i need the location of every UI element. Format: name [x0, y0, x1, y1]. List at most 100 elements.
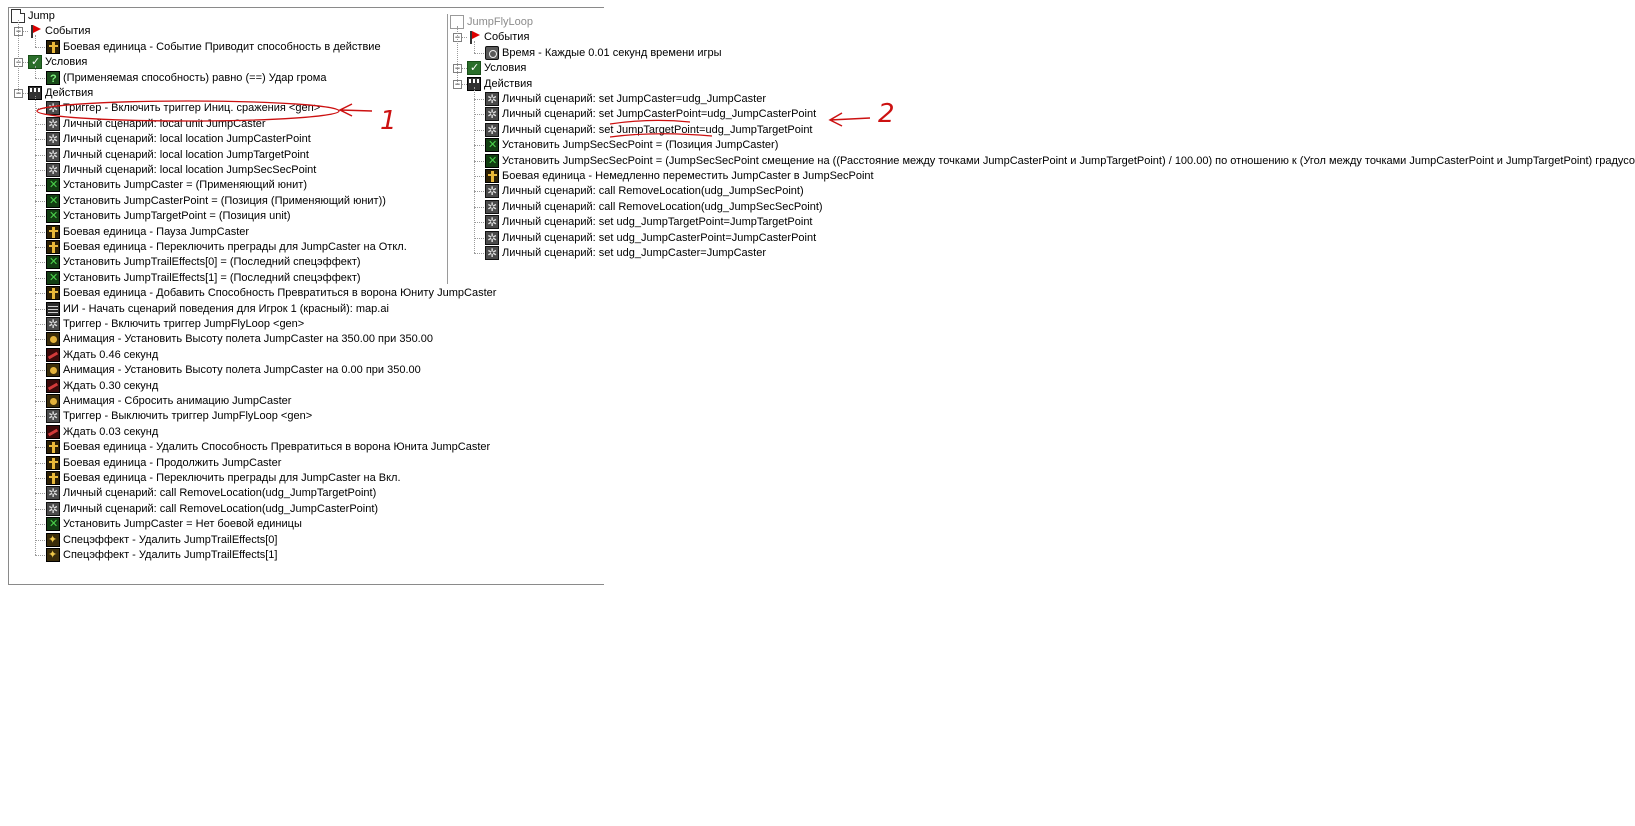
tree-connector — [35, 65, 36, 78]
actions-item[interactable]: Анимация - Сбросить анимацию JumpCaster — [46, 393, 291, 409]
tree-connector — [457, 26, 458, 84]
actions-item[interactable]: Триггер - Включить триггер Иниц. сражени… — [46, 100, 320, 116]
actions-item[interactable]: Установить JumpCaster = (Применяющий юни… — [46, 177, 307, 193]
tree-connector — [35, 370, 45, 372]
actions-item-label: Личный сценарий: call RemoveLocation(udg… — [502, 185, 804, 198]
actions-item[interactable]: Боевая единица - Удалить Способность Пре… — [46, 439, 490, 455]
wait-icon — [46, 347, 60, 362]
actions-item[interactable]: Личный сценарий: set udg_JumpCasterPoint… — [485, 230, 816, 246]
actions-item[interactable]: Боевая единица - Переключить преграды дл… — [46, 470, 401, 486]
actions-item[interactable]: Установить JumpSecSecPoint = (JumpSecSec… — [485, 153, 1635, 169]
tree-connector — [474, 176, 484, 177]
actions-item[interactable]: Личный сценарий: call RemoveLocation(udg… — [46, 485, 376, 501]
actions-item[interactable]: Боевая единица - Пауза JumpCaster — [46, 224, 249, 240]
actions-item-label: Установить JumpTrailEffects[0] = (Послед… — [63, 256, 361, 269]
actions-item[interactable]: Установить JumpCasterPoint = (Позиция (П… — [46, 193, 386, 209]
actions-item-label: Установить JumpCaster = Нет боевой едини… — [63, 518, 302, 531]
actions-item-label: Установить JumpSecSecPoint = (Позиция Ju… — [502, 139, 779, 152]
tree-connector — [474, 99, 484, 100]
actions-item[interactable]: Личный сценарий: local unit JumpCaster — [46, 116, 266, 132]
tree-connector — [35, 555, 45, 556]
actions-item[interactable]: ИИ - Начать сценарий поведения для Игрок… — [46, 301, 389, 317]
actions-item[interactable]: Установить JumpCaster = Нет боевой едини… — [46, 516, 302, 532]
actions-item[interactable]: Ждать 0.03 секунд — [46, 424, 158, 440]
condition-icon — [467, 60, 481, 76]
section-conditions[interactable]: Условия — [467, 60, 526, 76]
actions-item-label: Установить JumpCaster = (Применяющий юни… — [63, 179, 307, 192]
actions-item[interactable]: Установить JumpSecSecPoint = (Позиция Ju… — [485, 137, 778, 153]
script-gear-icon — [46, 162, 60, 178]
trigger-tree-jumpflyloop[interactable]: JumpFlyLoop − События Время - Каждые 0.01 с… — [447, 14, 1635, 284]
unit-icon — [485, 169, 499, 183]
actions-item[interactable]: Установить JumpTrailEffects[0] = (Послед… — [46, 254, 361, 270]
tree-connector — [474, 52, 484, 54]
trigger-gear-icon — [46, 100, 60, 116]
tree-connector — [474, 222, 484, 224]
actions-item[interactable]: Личный сценарий: call RemoveLocation(udg… — [485, 199, 823, 215]
actions-item[interactable]: Боевая единица - Продолжить JumpCaster — [46, 455, 281, 471]
script-gear-icon — [485, 214, 499, 230]
section-events[interactable]: События — [467, 29, 529, 45]
events-item[interactable]: Время - Каждые 0.01 секунд времени игры — [485, 45, 722, 61]
tree-connector — [35, 96, 36, 555]
actions-item-label: Боевая единица - Продолжить JumpCaster — [63, 456, 282, 469]
tree-connector — [474, 145, 484, 147]
trigger-title-label: JumpFlyLoop — [467, 16, 534, 28]
actions-item[interactable]: Спецэффект - Удалить JumpTrailEffects[1] — [46, 547, 277, 563]
actions-item[interactable]: Ждать 0.46 секунд — [46, 347, 158, 363]
actions-item[interactable]: Личный сценарий: call RemoveLocation(udg… — [46, 501, 378, 517]
actions-item[interactable]: Личный сценарий: local location JumpTarg… — [46, 147, 309, 163]
actions-item[interactable]: Триггер - Включить триггер JumpFlyLoop <… — [46, 316, 304, 332]
actions-item[interactable]: Личный сценарий: set udg_JumpTargetPoint… — [485, 214, 813, 230]
actions-item[interactable]: Боевая единица - Немедленно переместить … — [485, 168, 874, 184]
actions-item[interactable]: Личный сценарий: set JumpTargetPoint=udg… — [485, 122, 813, 138]
actions-item[interactable]: Установить JumpTrailEffects[1] = (Послед… — [46, 270, 361, 286]
trigger-title[interactable]: JumpFlyLoop — [450, 14, 533, 30]
section-conditions[interactable]: Условия — [28, 54, 87, 70]
trigger-title-label: Jump — [28, 10, 55, 22]
actions-item-label: Анимация - Установить Высоту полета Jump… — [63, 364, 421, 377]
tree-connector — [35, 478, 45, 479]
unit-icon — [46, 455, 60, 470]
actions-item-label: Боевая единица - Пауза JumpCaster — [63, 225, 250, 238]
tree-connector — [474, 160, 484, 162]
actions-item[interactable]: Спецэффект - Удалить JumpTrailEffects[0] — [46, 532, 277, 548]
actions-item-label: Личный сценарий: set udg_JumpTargetPoint… — [502, 216, 813, 229]
actions-item-label: Триггер - Включить триггер JumpFlyLoop <… — [63, 318, 305, 330]
actions-item-label: Боевая единица - Переключить преграды дл… — [63, 241, 407, 253]
actions-item[interactable]: Боевая единица - Добавить Способность Пр… — [46, 285, 496, 301]
section-events[interactable]: События — [28, 23, 90, 39]
actions-item[interactable]: Триггер - Выключить триггер JumpFlyLoop … — [46, 408, 312, 424]
unit-icon — [46, 39, 60, 54]
actions-item[interactable]: Установить JumpTargetPoint = (Позиция un… — [46, 208, 290, 224]
actions-item[interactable]: Личный сценарий: set udg_JumpCaster=Jump… — [485, 245, 766, 261]
section-conditions-label: Условия — [484, 62, 527, 75]
actions-item-label: Триггер - Выключить триггер JumpFlyLoop … — [63, 410, 313, 423]
actions-item[interactable]: Личный сценарий: local location JumpSecS… — [46, 162, 316, 178]
conditions-item-label: (Применяемая способность) равно (==) Уда… — [63, 71, 327, 84]
actions-item[interactable]: Анимация - Установить Высоту полета Jump… — [46, 362, 421, 378]
actions-item[interactable]: Личный сценарий: local location JumpCast… — [46, 131, 311, 147]
script-gear-icon — [46, 147, 60, 163]
section-actions[interactable]: Действия — [467, 76, 532, 92]
script-gear-icon — [485, 230, 499, 246]
actions-item[interactable]: Боевая единица - Переключить преграды дл… — [46, 239, 407, 255]
actions-item[interactable]: Личный сценарий: call RemoveLocation(udg… — [485, 183, 804, 199]
tree-connector — [35, 216, 45, 218]
ai-icon — [46, 301, 60, 316]
tree-connector — [35, 247, 45, 248]
tree-connector — [35, 401, 45, 402]
actions-item[interactable]: Личный сценарий: set JumpCaster=udg_Jump… — [485, 91, 766, 107]
actions-item[interactable]: Ждать 0.30 секунд — [46, 378, 158, 394]
events-item-label: Время - Каждые 0.01 секунд времени игры — [502, 46, 722, 59]
section-actions-label: Действия — [484, 77, 533, 90]
actions-item-label: Личный сценарий: local unit JumpCaster — [63, 117, 266, 130]
conditions-item[interactable]: (Применяемая способность) равно (==) Уда… — [46, 70, 327, 87]
unit-icon — [46, 286, 60, 301]
section-actions[interactable]: Действия — [28, 85, 93, 101]
events-item[interactable]: Боевая единица - Событие Приводит способ… — [46, 39, 381, 55]
actions-item[interactable]: Личный сценарий: set JumpCasterPoint=udg… — [485, 106, 816, 122]
actions-item-label: Личный сценарий: set JumpTargetPoint=udg… — [502, 123, 813, 136]
actions-item-label: Личный сценарий: local location JumpTarg… — [63, 148, 309, 161]
actions-item[interactable]: Анимация - Установить Высоту полета Jump… — [46, 331, 433, 347]
